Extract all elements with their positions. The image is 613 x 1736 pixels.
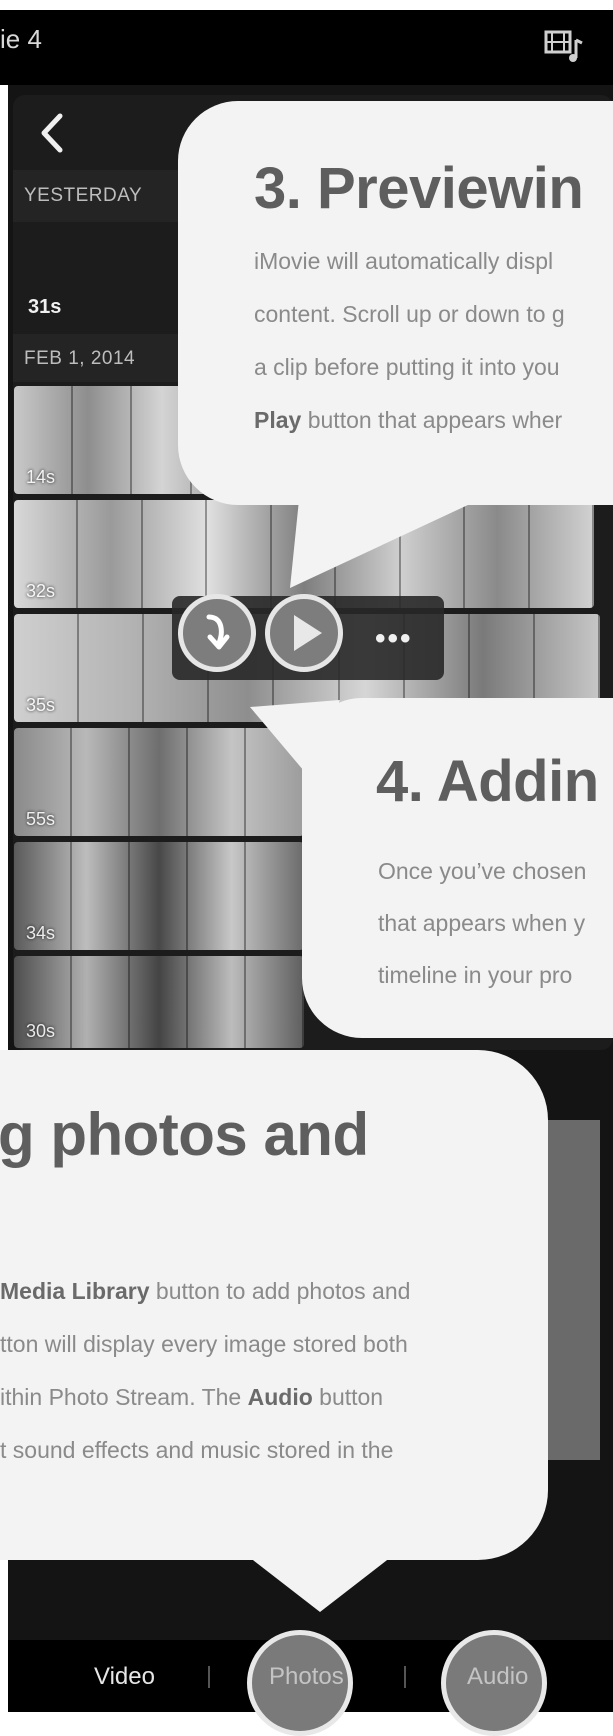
callout-previewing-title: 3. Previewin [254,156,584,221]
callout-adding-title: 4. Addin [376,749,599,814]
callout-photos-text: ithin Photo Stream. The Audio button [0,1384,384,1410]
callout-adding-text: Once you’ve chosen [378,858,587,884]
callout-previewing-text: Play button that appears wher [254,407,563,433]
callout-previewing-text: iMovie will automatically displ [254,248,554,274]
callout-photos-text: t sound effects and music stored in the [0,1437,394,1463]
callout-photos-title: g photos and [0,1101,369,1168]
callout-adding-text: timeline in your pro [378,962,573,988]
callout-adding-text: that appears when y [378,910,586,936]
callout-photos-text: Media Library button to add photos and [0,1278,411,1304]
callout-photos-text: tton will display every image stored bot… [0,1331,408,1357]
callout-previewing-text: content. Scroll up or down to g [254,301,565,327]
callout-previewing-text: a clip before putting it into you [254,354,560,380]
